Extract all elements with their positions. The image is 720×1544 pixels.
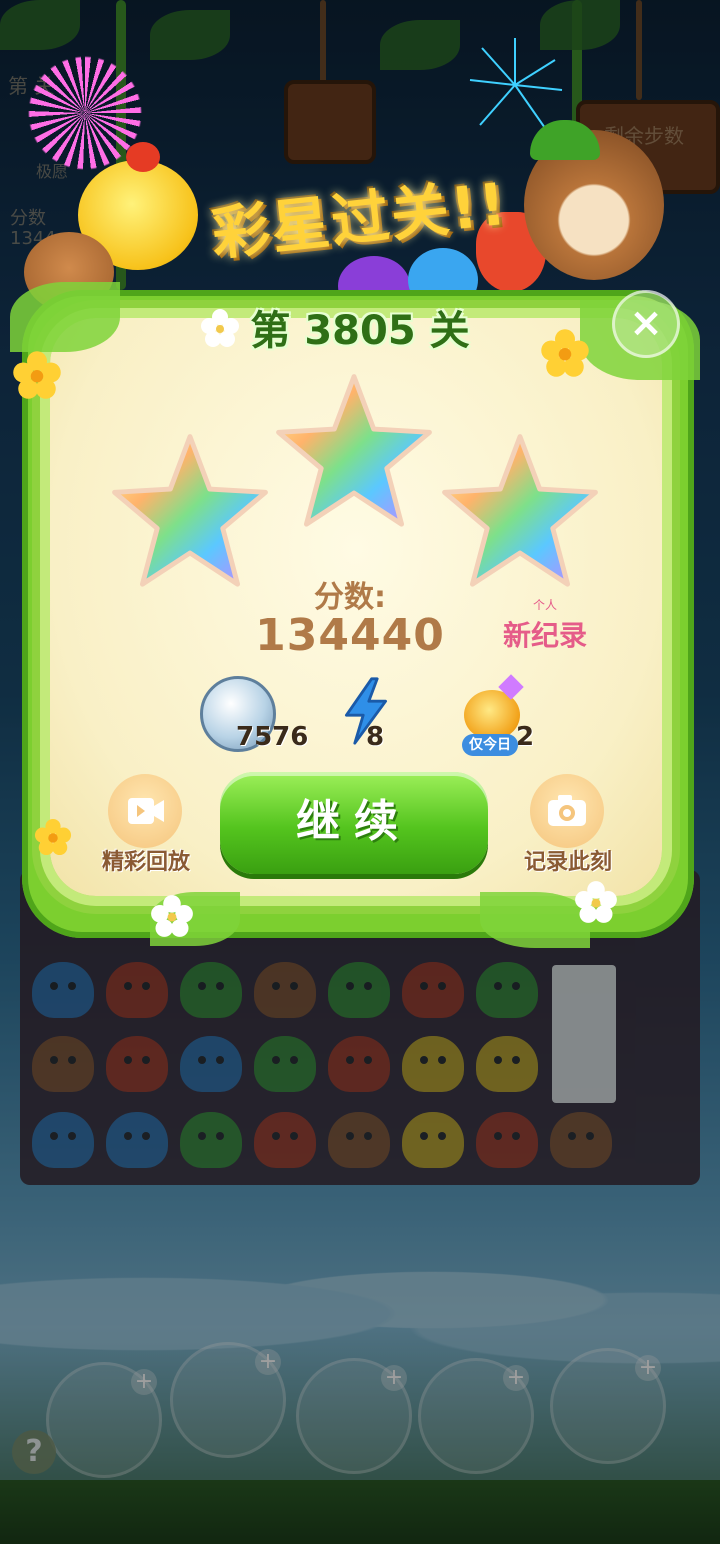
- white-flower-icon: [575, 881, 617, 923]
- close-button[interactable]: ×: [612, 290, 680, 358]
- yellow-flower-icon: [541, 329, 589, 377]
- replay-circle: [108, 774, 182, 848]
- new-record-badge-text: 新纪录: [502, 619, 587, 652]
- snapshot-label: 记录此刻: [523, 850, 612, 875]
- replay-label: 精彩回放: [101, 850, 190, 875]
- chick-comb: [126, 142, 160, 172]
- reward-lightning-value: 8: [366, 722, 385, 752]
- close-icon: ×: [629, 300, 663, 346]
- yellow-flower-icon: [34, 818, 72, 856]
- yellow-flower-icon: [13, 351, 61, 399]
- replay-button[interactable]: 精彩回放: [76, 774, 216, 875]
- continue-button[interactable]: 继续: [220, 772, 488, 874]
- reward-coins-value: 7576: [236, 722, 309, 752]
- video-camera-icon: [128, 798, 164, 824]
- rainbow-star-icon: [442, 434, 598, 587]
- score-value: 134440: [255, 610, 445, 661]
- rainbow-star-icon: [276, 374, 432, 527]
- level-title: 第 3805 关: [250, 308, 470, 354]
- new-record-badge-small: 个人: [532, 598, 557, 612]
- snapshot-button[interactable]: 记录此刻: [498, 774, 638, 875]
- white-flower-icon: [151, 895, 193, 937]
- snapshot-circle: [530, 774, 604, 848]
- new-record-badge: 个人 新纪录: [482, 598, 608, 660]
- reward-potion-value: 2: [516, 722, 535, 752]
- rainbow-star-icon: [112, 434, 268, 587]
- today-only-tag: 仅今日: [462, 734, 518, 756]
- frame-leaf: [10, 282, 120, 352]
- camera-icon: [548, 795, 586, 826]
